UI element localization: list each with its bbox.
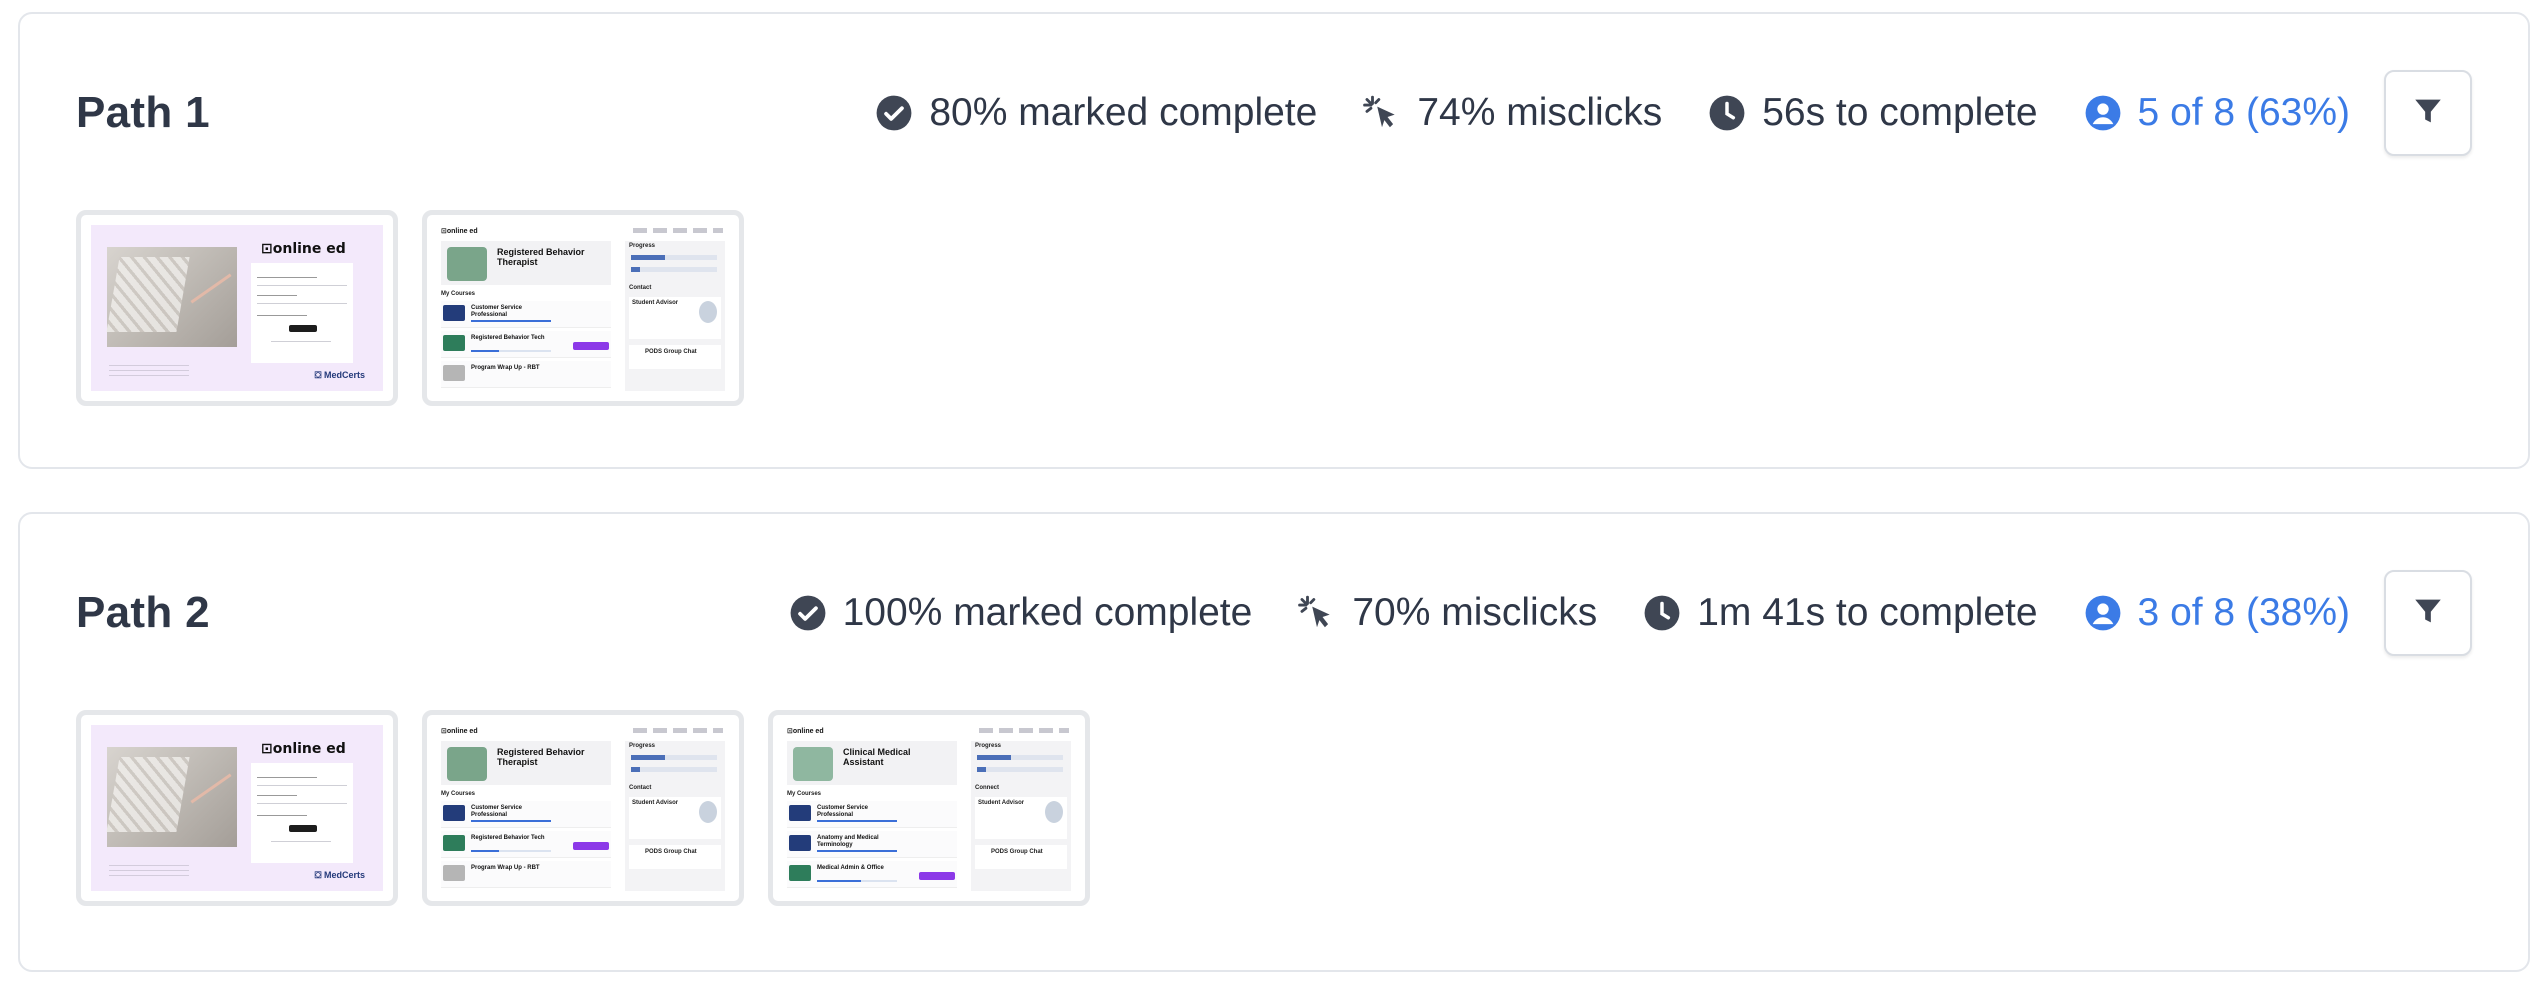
program-title: Registered Behavior Therapist xyxy=(497,247,585,267)
dashboard-screen: ⊡online ed Registered Behavior Therapist… xyxy=(435,223,731,393)
path-header: Path 2 100% marked complete 70% misclick… xyxy=(76,570,2472,656)
course-row: Customer Service Professional xyxy=(441,301,611,328)
users-text: 5 of 8 (63%) xyxy=(2137,91,2350,134)
filter-button[interactable] xyxy=(2384,570,2472,656)
hero-banner: Registered Behavior Therapist xyxy=(441,741,611,785)
course-row: Medical Admin & Office xyxy=(787,861,957,888)
medcerts-logo: ⛋ MedCerts xyxy=(314,370,365,380)
courses-heading: My Courses xyxy=(787,791,822,797)
medcerts-logo: ⛋ MedCerts xyxy=(314,870,365,880)
side-panel: Progress Connect Student Advisor PODS Gr… xyxy=(971,741,1071,891)
user-circle-icon xyxy=(2084,594,2122,632)
marked-complete-metric: 100% marked complete xyxy=(789,591,1253,635)
path-metrics: 100% marked complete 70% misclicks 1m 41… xyxy=(743,570,2472,656)
screen-thumbnail-dashboard[interactable]: ⊡online ed Clinical Medical Assistant My… xyxy=(768,710,1090,906)
cursor-click-icon xyxy=(1298,594,1336,632)
online-ed-logo: ⊡online ed xyxy=(441,228,478,235)
path-title: Path 2 xyxy=(76,588,210,637)
path-title: Path 1 xyxy=(76,88,210,137)
path-card: Path 1 80% marked complete 74% misclicks xyxy=(18,12,2530,469)
cursor-click-icon xyxy=(1363,94,1401,132)
courses-heading: My Courses xyxy=(441,291,476,297)
user-circle-icon xyxy=(2084,94,2122,132)
path-screens: ⊡online ed ⛋ MedCerts ⊡online ed Registe… xyxy=(76,210,768,406)
login-screen: ⊡online ed ⛋ MedCerts xyxy=(91,225,383,391)
online-ed-logo: ⊡online ed xyxy=(441,728,478,735)
course-row: Registered Behavior Tech xyxy=(441,331,611,358)
courses-heading: My Courses xyxy=(441,791,476,797)
paths-list: Path 1 80% marked complete 74% misclicks xyxy=(0,0,2548,996)
time-metric: 1m 41s to complete xyxy=(1643,591,2038,635)
login-form xyxy=(251,263,353,363)
course-row: Customer Service Professional xyxy=(441,801,611,828)
path-card: Path 2 100% marked complete 70% misclick… xyxy=(18,512,2530,972)
course-row: Program Wrap Up - RBT xyxy=(441,861,611,888)
dashboard-screen: ⊡online ed Registered Behavior Therapist… xyxy=(435,723,731,893)
footer-links xyxy=(109,365,189,379)
users-metric[interactable]: 3 of 8 (38%) xyxy=(2084,591,2350,635)
path-screens: ⊡online ed ⛋ MedCerts ⊡online ed Registe… xyxy=(76,710,1114,906)
course-row: Registered Behavior Tech xyxy=(441,831,611,858)
desk-photo xyxy=(106,247,237,347)
clock-icon xyxy=(1708,94,1746,132)
online-ed-logo: ⊡online ed xyxy=(261,741,346,757)
screen-thumbnail-dashboard[interactable]: ⊡online ed Registered Behavior Therapist… xyxy=(422,210,744,406)
footer-links xyxy=(109,865,189,879)
clock-icon xyxy=(1643,594,1681,632)
misclicks-text: 70% misclicks xyxy=(1352,591,1598,634)
users-metric[interactable]: 5 of 8 (63%) xyxy=(2084,91,2350,135)
login-form xyxy=(251,763,353,863)
online-ed-logo: ⊡online ed xyxy=(261,241,346,257)
filter-icon xyxy=(2411,94,2445,133)
screen-thumbnail-dashboard[interactable]: ⊡online ed Registered Behavior Therapist… xyxy=(422,710,744,906)
desk-photo xyxy=(106,747,237,847)
online-ed-logo: ⊡online ed xyxy=(787,728,824,735)
check-circle-icon xyxy=(875,94,913,132)
path-metrics: 80% marked complete 74% misclicks 56s to… xyxy=(829,70,2472,156)
misclicks-metric: 74% misclicks xyxy=(1363,91,1662,135)
side-panel: Progress Contact Student Advisor PODS Gr… xyxy=(625,241,725,391)
hero-banner: Registered Behavior Therapist xyxy=(441,241,611,285)
misclicks-metric: 70% misclicks xyxy=(1298,591,1597,635)
screen-thumbnail-login[interactable]: ⊡online ed ⛋ MedCerts xyxy=(76,210,398,406)
course-row: Anatomy and Medical Terminology xyxy=(787,831,957,858)
login-screen: ⊡online ed ⛋ MedCerts xyxy=(91,725,383,891)
marked-complete-metric: 80% marked complete xyxy=(875,91,1317,135)
filter-icon xyxy=(2411,594,2445,633)
course-row: Customer Service Professional xyxy=(787,801,957,828)
time-text: 56s to complete xyxy=(1762,91,2038,134)
time-metric: 56s to complete xyxy=(1708,91,2038,135)
misclicks-text: 74% misclicks xyxy=(1417,91,1663,134)
side-panel: Progress Contact Student Advisor PODS Gr… xyxy=(625,741,725,891)
hero-banner: Clinical Medical Assistant xyxy=(787,741,957,785)
dashboard-screen: ⊡online ed Clinical Medical Assistant My… xyxy=(781,723,1077,893)
course-row: Program Wrap Up - RBT xyxy=(441,361,611,388)
filter-button[interactable] xyxy=(2384,70,2472,156)
check-circle-icon xyxy=(789,594,827,632)
users-text: 3 of 8 (38%) xyxy=(2137,591,2350,634)
program-title: Clinical Medical Assistant xyxy=(843,747,911,767)
marked-complete-text: 100% marked complete xyxy=(842,591,1253,634)
time-text: 1m 41s to complete xyxy=(1697,591,2038,634)
marked-complete-text: 80% marked complete xyxy=(929,91,1318,134)
program-title: Registered Behavior Therapist xyxy=(497,747,585,767)
screen-thumbnail-login[interactable]: ⊡online ed ⛋ MedCerts xyxy=(76,710,398,906)
path-header: Path 1 80% marked complete 74% misclicks xyxy=(76,70,2472,156)
